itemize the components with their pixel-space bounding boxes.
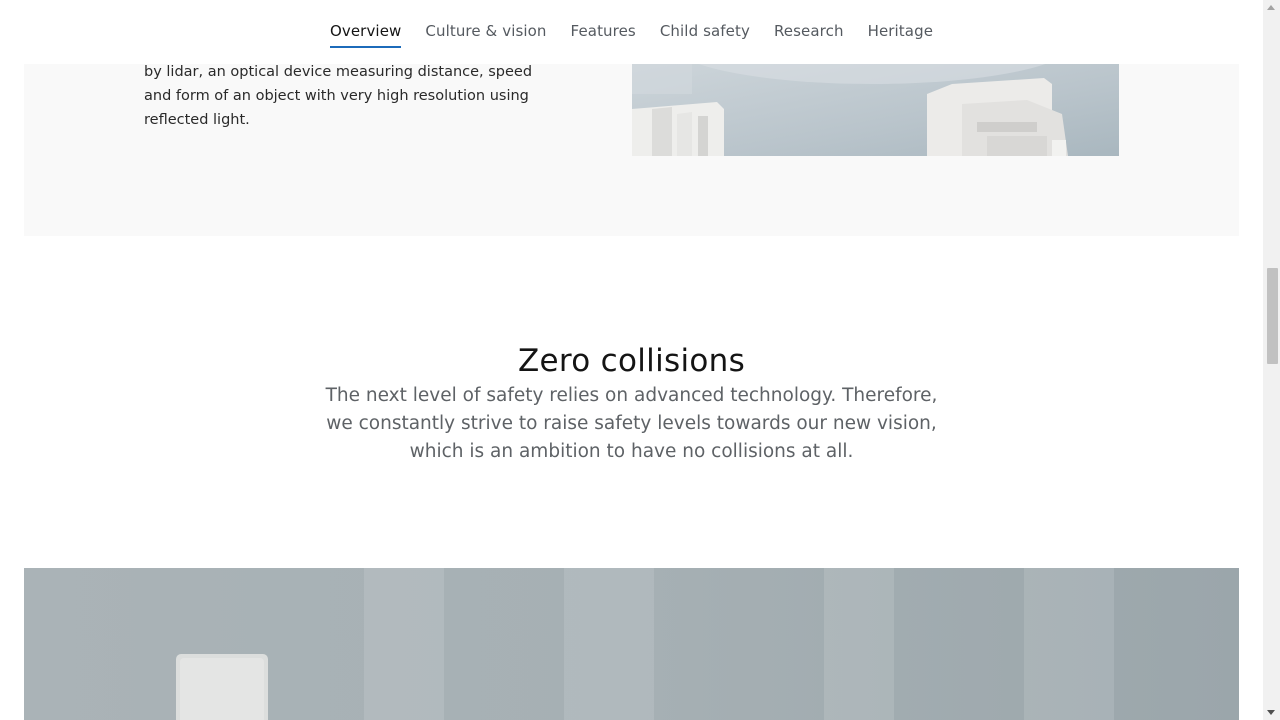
section-navigation: Overview Culture & vision Features Child… [0,0,1263,64]
zero-collisions-description: The next level of safety relies on advan… [325,385,938,462]
scroll-up-arrow-icon[interactable] [1267,5,1275,10]
scrollbar-thumb[interactable] [1267,268,1278,364]
tab-child-safety[interactable]: Child safety [660,22,750,48]
white-model-illustration [24,568,1239,720]
model-buildings-illustration [632,64,1119,156]
lidar-model-image [632,64,1119,156]
lidar-body-text: by lidar, an optical device measuring di… [144,64,533,128]
lidar-section: by lidar, an optical device measuring di… [24,64,1239,236]
tab-research[interactable]: Research [774,22,844,48]
tab-features[interactable]: Features [571,22,636,48]
zero-collisions-section: Zero collisions The next level of safety… [0,340,1263,466]
tab-heritage[interactable]: Heritage [868,22,933,48]
scroll-down-arrow-icon[interactable] [1267,710,1275,715]
nav-tabs: Overview Culture & vision Features Child… [329,22,933,48]
zero-collisions-title: Zero collisions [517,343,746,379]
tab-overview[interactable]: Overview [329,22,402,48]
hero-image-section [24,568,1239,720]
page-scrollbar[interactable] [1263,0,1280,720]
tab-culture-vision[interactable]: Culture & vision [425,22,546,48]
